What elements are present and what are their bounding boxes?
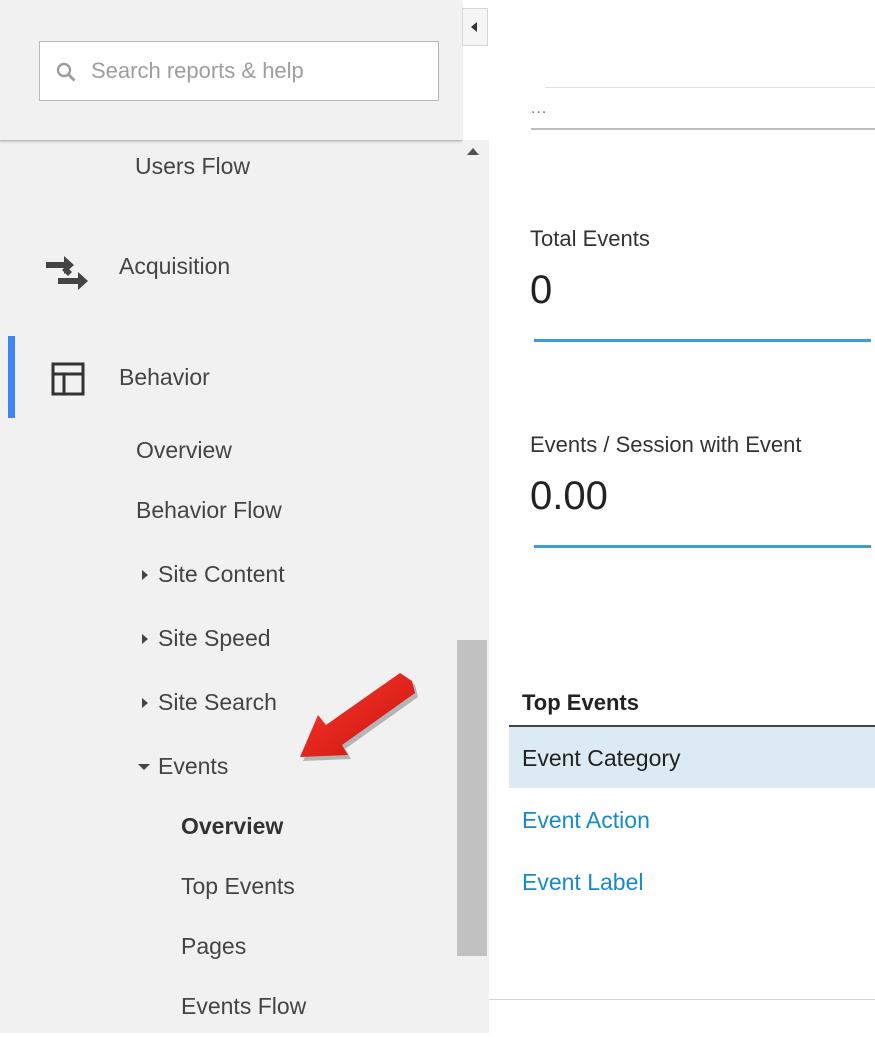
top-events-title: Top Events bbox=[522, 690, 639, 715]
search-input[interactable] bbox=[91, 54, 421, 88]
sidebar-item-site-content[interactable]: Site Content bbox=[0, 549, 455, 605]
annotation-arrow-icon bbox=[300, 673, 418, 761]
sidebar-item-label: Behavior bbox=[119, 364, 210, 390]
collapse-arrow-icon bbox=[138, 764, 150, 770]
sidebar-item-top-events[interactable]: Top Events bbox=[0, 861, 455, 917]
sidebar-item-users-flow[interactable]: Users Flow bbox=[0, 140, 455, 196]
metric-label-events-per-session: Events / Session with Event bbox=[530, 432, 802, 457]
sidebar-item-label: Behavior Flow bbox=[136, 497, 282, 523]
sidebar-item-events-overview[interactable]: Overview bbox=[0, 801, 455, 857]
sidebar-item-site-speed[interactable]: Site Speed bbox=[0, 613, 455, 669]
scrollbar-thumb[interactable] bbox=[457, 640, 487, 956]
sidebar-item-label: Acquisition bbox=[119, 253, 231, 279]
collapse-sidebar-button[interactable] bbox=[462, 8, 488, 46]
divider bbox=[531, 128, 875, 130]
divider bbox=[489, 999, 875, 1000]
sidebar-item-behavior-flow[interactable]: Behavior Flow bbox=[0, 485, 455, 541]
sidebar-item-behavior[interactable]: Behavior bbox=[0, 348, 455, 404]
sidebar-item-pages[interactable]: Pages bbox=[0, 921, 455, 977]
dimension-event-action-link[interactable]: Event Action bbox=[522, 807, 650, 834]
sidebar-item-behavior-overview[interactable]: Overview bbox=[0, 425, 455, 481]
sidebar-item-label: Top Events bbox=[181, 873, 295, 899]
sidebar-item-label: Site Speed bbox=[158, 625, 271, 651]
sparkline-events-per-session bbox=[534, 545, 871, 548]
search-icon bbox=[56, 62, 76, 82]
sidebar-item-label: Pages bbox=[181, 933, 247, 959]
expand-arrow-icon bbox=[142, 698, 148, 708]
dimension-event-category[interactable]: Event Category bbox=[522, 745, 681, 772]
divider bbox=[545, 87, 875, 88]
metric-value-total-events: 0 bbox=[530, 268, 553, 312]
sidebar-item-label: Events Flow bbox=[181, 993, 307, 1019]
chevron-left-icon bbox=[471, 22, 477, 32]
sidebar-item-label: Site Search bbox=[158, 689, 277, 715]
expand-arrow-icon bbox=[142, 570, 148, 580]
sparkline-total-events bbox=[534, 339, 871, 342]
metric-value-events-per-session: 0.00 bbox=[530, 474, 608, 518]
sidebar-item-acquisition[interactable]: Acquisition bbox=[0, 238, 455, 294]
sidebar-item-label: Events bbox=[158, 753, 229, 779]
behavior-layout-icon bbox=[51, 362, 85, 396]
sidebar-item-label: Overview bbox=[136, 437, 232, 463]
acquisition-arrows-icon bbox=[46, 256, 88, 290]
scroll-up-icon[interactable] bbox=[467, 148, 479, 155]
expand-arrow-icon bbox=[142, 634, 148, 644]
dimension-event-label-link[interactable]: Event Label bbox=[522, 869, 643, 896]
sidebar-item-label: Site Content bbox=[158, 561, 285, 587]
search-header bbox=[0, 0, 462, 141]
metric-label-total-events: Total Events bbox=[530, 226, 650, 251]
sidebar-item-label: Overview bbox=[181, 813, 284, 839]
ellipsis-text: ... bbox=[531, 100, 548, 117]
search-box[interactable] bbox=[39, 41, 439, 101]
sidebar-item-label: Users Flow bbox=[135, 153, 251, 179]
sidebar-item-events-flow[interactable]: Events Flow bbox=[0, 981, 455, 1037]
